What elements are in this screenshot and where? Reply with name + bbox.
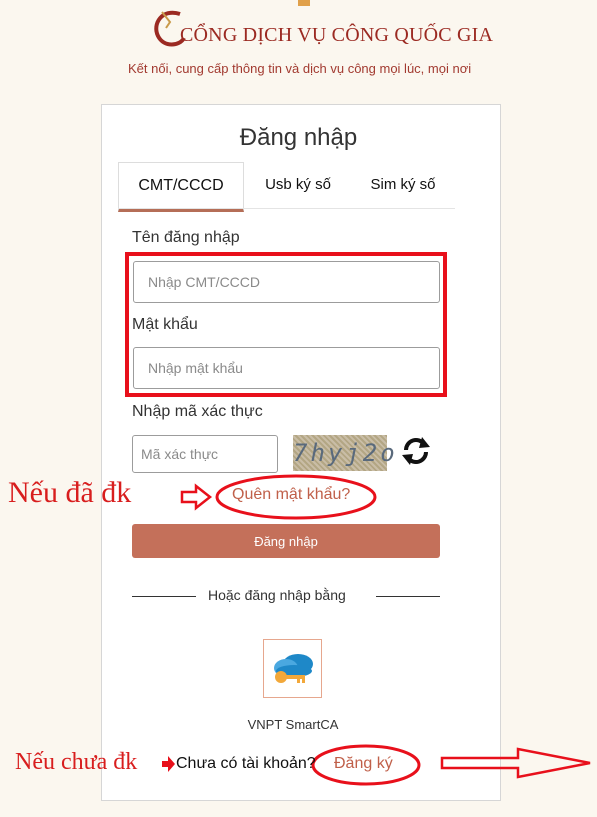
unregistered-note: Nếu chưa đk [15, 749, 138, 775]
login-button[interactable]: Đăng nhập [132, 524, 440, 558]
alt-login-label: Hoặc đăng nhập bằng [208, 587, 346, 603]
smartca-cloud-key-icon [274, 654, 313, 683]
divider-left [132, 596, 196, 597]
no-account-text: Chưa có tài khoản? [176, 755, 316, 772]
divider-right [376, 596, 440, 597]
register-link[interactable]: Đăng ký [334, 755, 393, 773]
forgot-password-link[interactable]: Quên mật khẩu? [232, 486, 350, 504]
smartca-label: VNPT SmartCA [247, 717, 339, 732]
smartca-button[interactable] [263, 639, 322, 698]
